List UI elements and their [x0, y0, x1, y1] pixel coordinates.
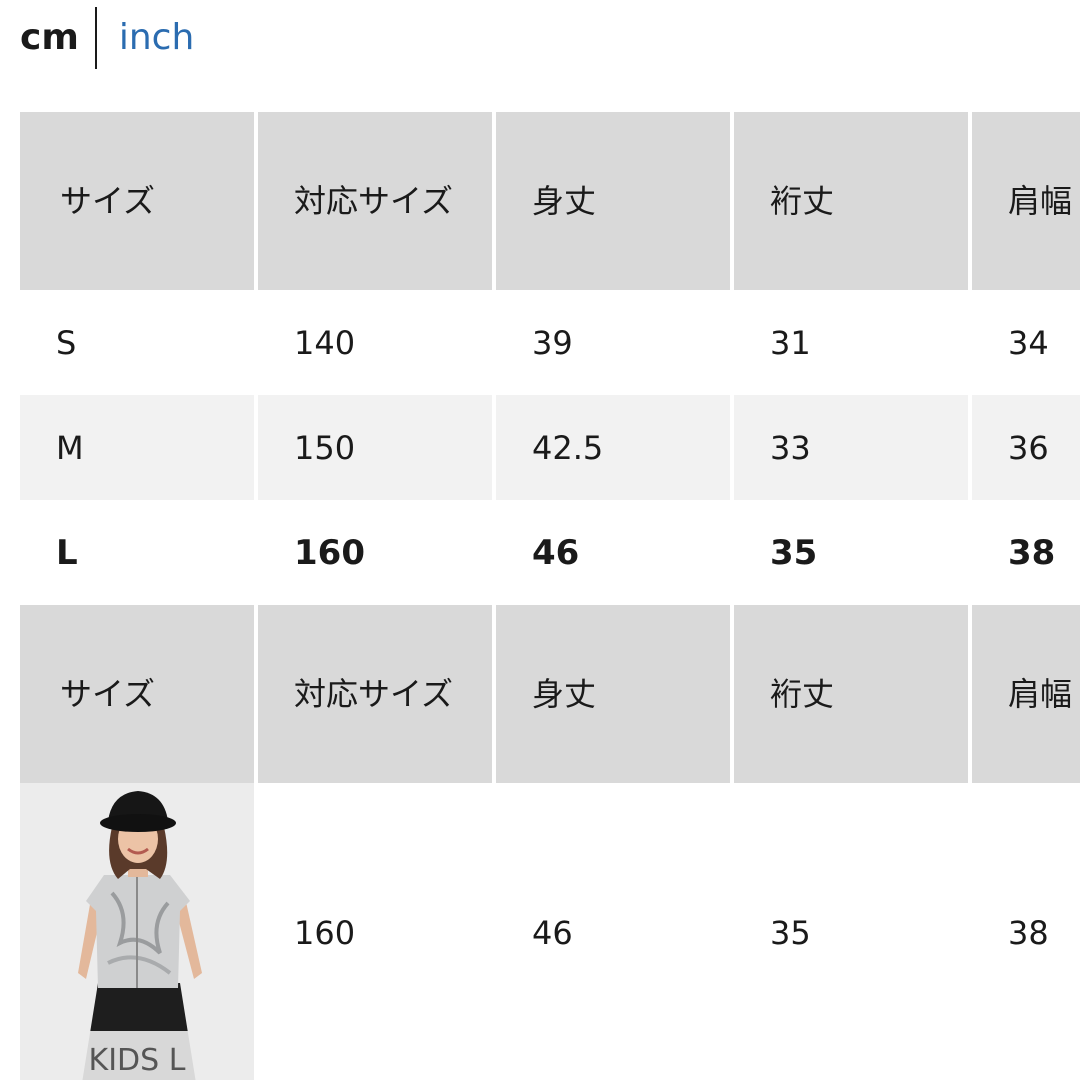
shoulder-width-cell: 34 — [972, 290, 1080, 395]
header-size: サイズ — [20, 112, 258, 290]
header-shoulder-width: 肩幅 — [972, 605, 1080, 783]
size-chart-scroll-area[interactable]: サイズ 対応サイズ 身丈 裄丈 肩幅 S 140 39 31 34 M 150 … — [20, 112, 1080, 1080]
header-size: サイズ — [20, 605, 258, 783]
table-row: M 150 42.5 33 36 — [20, 395, 1080, 500]
sleeve-length-cell: 35 — [734, 783, 972, 1080]
sleeve-length-cell: 33 — [734, 395, 972, 500]
shoulder-width-cell: 38 — [972, 500, 1080, 605]
body-length-cell: 46 — [496, 783, 734, 1080]
unit-toggle: cm inch — [20, 7, 194, 69]
unit-cm-option[interactable]: cm — [20, 10, 95, 66]
body-length-cell: 46 — [496, 500, 734, 605]
fit-size-cell: 140 — [258, 290, 496, 395]
header-fit-size: 対応サイズ — [258, 112, 496, 290]
shoulder-width-cell: 38 — [972, 783, 1080, 1080]
unit-divider — [94, 7, 97, 69]
sleeve-length-cell: 31 — [734, 290, 972, 395]
header-fit-size: 対応サイズ — [258, 605, 496, 783]
header-body-length: 身丈 — [496, 112, 734, 290]
fit-size-cell: 160 — [258, 500, 496, 605]
table-row: KIDS L 160 46 35 38 — [20, 783, 1080, 1080]
fit-size-cell: 160 — [258, 783, 496, 1080]
table-row-selected: L 160 46 35 38 — [20, 500, 1080, 605]
size-cell: M — [20, 395, 258, 500]
size-cell: S — [20, 290, 258, 395]
table-header-row: サイズ 対応サイズ 身丈 裄丈 肩幅 — [20, 605, 1080, 783]
table-row: S 140 39 31 34 — [20, 290, 1080, 395]
body-length-cell: 42.5 — [496, 395, 734, 500]
size-cell: L — [20, 500, 258, 605]
header-sleeve-length: 裄丈 — [734, 112, 972, 290]
shoulder-width-cell: 36 — [972, 395, 1080, 500]
model-photo-cell: KIDS L — [20, 783, 258, 1080]
table-header-row: サイズ 対応サイズ 身丈 裄丈 肩幅 — [20, 112, 1080, 290]
model-size-caption: KIDS L — [20, 1031, 254, 1080]
header-shoulder-width: 肩幅 — [972, 112, 1080, 290]
unit-inch-option[interactable]: inch — [119, 10, 194, 66]
fit-size-cell: 150 — [258, 395, 496, 500]
body-length-cell: 39 — [496, 290, 734, 395]
header-sleeve-length: 裄丈 — [734, 605, 972, 783]
sleeve-length-cell: 35 — [734, 500, 972, 605]
header-body-length: 身丈 — [496, 605, 734, 783]
size-chart-table: サイズ 対応サイズ 身丈 裄丈 肩幅 S 140 39 31 34 M 150 … — [20, 112, 1080, 1080]
